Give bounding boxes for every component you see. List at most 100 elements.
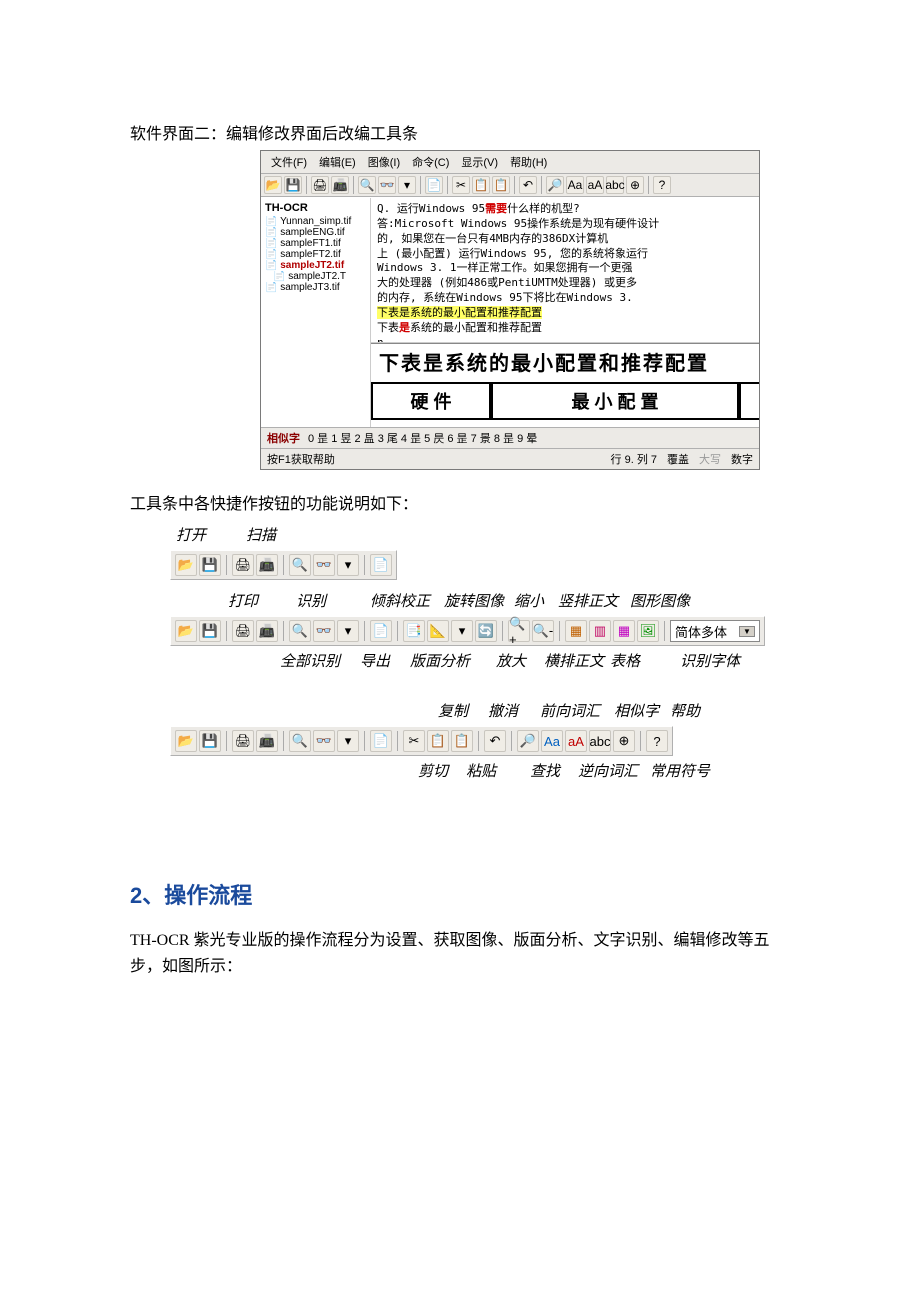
print-icon[interactable]: 🖨: [311, 176, 329, 194]
menu-edit[interactable]: 编辑(E): [313, 153, 362, 171]
label-row-top: 打印 识别 倾斜校正 旋转图像 缩小 竖排正文 图形图像: [170, 590, 790, 612]
paste-icon[interactable]: 📋: [492, 176, 510, 194]
scan-button[interactable]: 📠: [256, 554, 278, 576]
tree-file[interactable]: 📄 sampleFT2.tif: [265, 249, 366, 260]
similar-candidates[interactable]: 0 昰 1 昱 2 昷 3 尾 4 昰 5 昃 6 昰 7 景 8 昰 9 晕: [308, 430, 537, 446]
menu-image[interactable]: 图像(I): [362, 153, 406, 171]
label-horizontal-text: 横排正文: [544, 650, 604, 671]
toolbar-separator: [226, 555, 227, 575]
similar-icon[interactable]: abc: [606, 176, 624, 194]
open-button[interactable]: 📂: [175, 730, 197, 752]
save-button[interactable]: 💾: [199, 730, 221, 752]
rotate-button[interactable]: 🔄: [475, 620, 497, 642]
status-num: 数字: [731, 451, 753, 467]
label-zoomin: 放大: [496, 650, 526, 671]
similar-button[interactable]: abc: [589, 730, 611, 752]
toolbar-figure-2: 打印 识别 倾斜校正 旋转图像 缩小 竖排正文 图形图像 📂 💾 🖨 📠 🔍 👓…: [170, 590, 790, 672]
zoomout-button[interactable]: 🔍-: [532, 620, 554, 642]
vert-text-button[interactable]: ▥: [589, 620, 611, 642]
export-button[interactable]: 📄: [370, 730, 392, 752]
undo-icon[interactable]: ↶: [519, 176, 537, 194]
graphic-button[interactable]: 🖼: [637, 620, 659, 642]
text-pane[interactable]: Q. 运行Windows 95需要什么样的机型? 答:Microsoft Win…: [371, 198, 759, 343]
tree-file[interactable]: 📄 sampleJT3.tif: [265, 282, 366, 293]
tree-file[interactable]: 📄 sampleENG.tif: [265, 227, 366, 238]
status-pos: 行 9. 列 7: [611, 451, 657, 467]
recognize-button[interactable]: 🔍: [289, 554, 311, 576]
recognize-all-button[interactable]: 👓: [313, 554, 335, 576]
vocab2-icon[interactable]: aA: [586, 176, 604, 194]
print-button[interactable]: 🖨: [232, 554, 254, 576]
reverse-vocab-button[interactable]: aA: [565, 730, 587, 752]
symbol-icon[interactable]: ⊕: [626, 176, 644, 194]
font-select[interactable]: 简体多体 ▼: [670, 620, 760, 642]
glasses-icon[interactable]: 👓: [378, 176, 396, 194]
export-button[interactable]: 📄: [370, 554, 392, 576]
tree-root[interactable]: TH-OCR: [265, 202, 366, 214]
layout-button[interactable]: 📑: [403, 620, 425, 642]
save-icon[interactable]: 💾: [284, 176, 302, 194]
menu-file[interactable]: 文件(F): [265, 153, 313, 171]
section-paragraph: TH-OCR 紫光专业版的操作流程分为设置、获取图像、版面分析、文字识别、编辑修…: [130, 928, 790, 979]
dropdown-icon[interactable]: ▾: [398, 176, 416, 194]
export-button[interactable]: 📄: [370, 620, 392, 642]
label-layout: 版面分析: [410, 650, 470, 671]
forward-vocab-button[interactable]: Aa: [541, 730, 563, 752]
open-button[interactable]: 📂: [175, 554, 197, 576]
label-rotate: 旋转图像: [444, 590, 504, 611]
find-icon[interactable]: 🔎: [546, 176, 564, 194]
recognize-all-button[interactable]: 👓: [313, 620, 335, 642]
tree-file-selected[interactable]: 📄 sampleJT2.tif: [265, 260, 366, 271]
scan-button[interactable]: 📠: [256, 730, 278, 752]
recognize-button[interactable]: 🔍: [289, 620, 311, 642]
save-button[interactable]: 💾: [199, 554, 221, 576]
label-print: 打印: [228, 590, 258, 611]
label-row-top: 复制 撤消 前向词汇 相似字 帮助: [170, 700, 790, 722]
find-button[interactable]: 🔎: [517, 730, 539, 752]
open-button[interactable]: 📂: [175, 620, 197, 642]
horiz-text-button[interactable]: ▦: [565, 620, 587, 642]
toolbar-separator: [447, 176, 448, 194]
intro-text: 软件界面二：编辑修改界面后改编工具条: [130, 120, 790, 144]
print-button[interactable]: 🖨: [232, 730, 254, 752]
label-zoomout: 缩小: [514, 590, 544, 611]
toolbar-separator: [364, 621, 365, 641]
tree-file[interactable]: 📄 Yunnan_simp.tif: [265, 216, 366, 227]
toolbar-separator: [559, 621, 560, 641]
recognize-button[interactable]: 🔍: [289, 730, 311, 752]
open-icon[interactable]: 📂: [264, 176, 282, 194]
recognize-icon[interactable]: 🔍: [358, 176, 376, 194]
table-button[interactable]: ▦: [613, 620, 635, 642]
undo-button[interactable]: ↶: [484, 730, 506, 752]
deskew-button[interactable]: 📐: [427, 620, 449, 642]
paste-button[interactable]: 📋: [451, 730, 473, 752]
vocab-icon[interactable]: Aa: [566, 176, 584, 194]
tree-file[interactable]: 📄 sampleJT2.T: [273, 271, 366, 282]
copy-icon[interactable]: 📋: [472, 176, 490, 194]
menu-view[interactable]: 显示(V): [455, 153, 504, 171]
copy-button[interactable]: 📋: [427, 730, 449, 752]
scan-button[interactable]: 📠: [256, 620, 278, 642]
menu-help[interactable]: 帮助(H): [504, 153, 553, 171]
export-icon[interactable]: 📄: [425, 176, 443, 194]
common-symbol-button[interactable]: ⊕: [613, 730, 635, 752]
toolbar-separator: [306, 176, 307, 194]
menu-command[interactable]: 命令(C): [406, 153, 455, 171]
help-icon[interactable]: ?: [653, 176, 671, 194]
save-button[interactable]: 💾: [199, 620, 221, 642]
deskew-dropdown[interactable]: ▾: [451, 620, 473, 642]
status-help: 按F1获取帮助: [267, 451, 335, 467]
cut-button[interactable]: ✂: [403, 730, 425, 752]
recognize-all-button[interactable]: 👓: [313, 730, 335, 752]
zoomin-button[interactable]: 🔍+: [508, 620, 530, 642]
print-button[interactable]: 🖨: [232, 620, 254, 642]
dropdown-button[interactable]: ▾: [337, 554, 359, 576]
toolbar-figure-3: 复制 撤消 前向词汇 相似字 帮助 📂 💾 🖨 📠 🔍 👓 ▾ 📄 ✂ 📋 📋 …: [170, 700, 790, 782]
help-button[interactable]: ?: [646, 730, 668, 752]
scan-icon[interactable]: 📠: [331, 176, 349, 194]
dropdown-button[interactable]: ▾: [337, 730, 359, 752]
app-toolbar: 📂 💾 🖨 📠 🔍 👓 ▾ 📄 ✂ 📋 📋 ↶ 🔎 Aa aA abc ⊕ ?: [261, 174, 759, 197]
dropdown-button[interactable]: ▾: [337, 620, 359, 642]
tree-file[interactable]: 📄 sampleFT1.tif: [265, 238, 366, 249]
cut-icon[interactable]: ✂: [452, 176, 470, 194]
